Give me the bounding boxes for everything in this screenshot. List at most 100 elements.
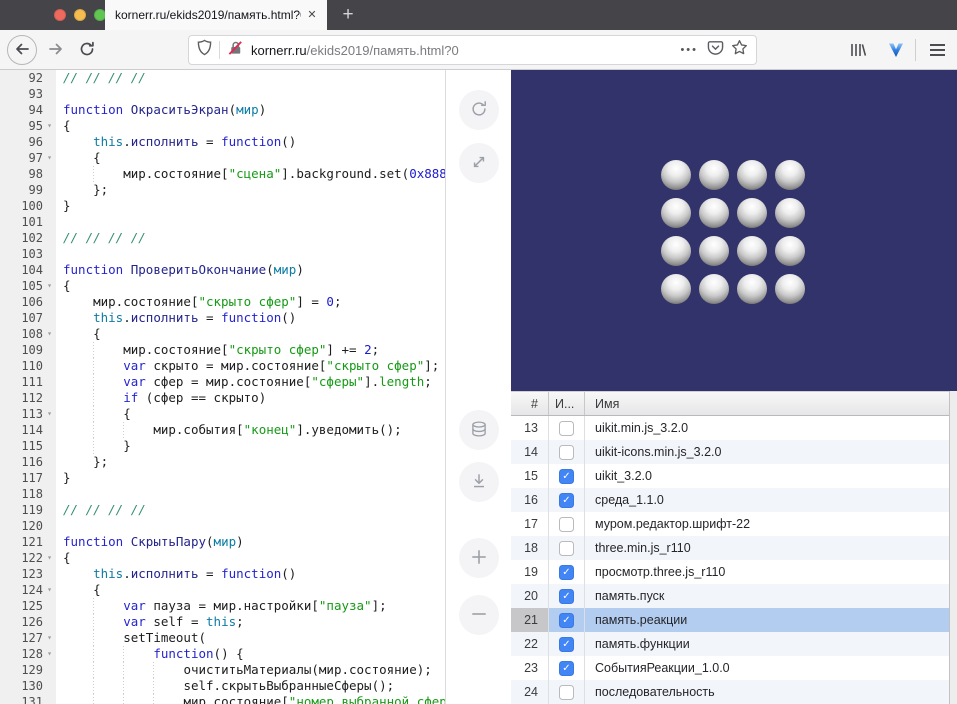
table-scrollbar[interactable]: [949, 391, 957, 704]
table-row[interactable]: 13uikit.min.js_3.2.0: [511, 416, 957, 440]
library-icon[interactable]: [847, 40, 869, 60]
indent-guide: [123, 694, 153, 704]
minimize-window-button[interactable]: [74, 9, 86, 21]
code-token: if: [123, 390, 138, 405]
tab-bar: kornerr.ru/ekids2019/память.html?0 ✕ +: [0, 0, 957, 30]
used-checkbox[interactable]: [559, 685, 574, 700]
table-row[interactable]: 15✓uikit_3.2.0: [511, 464, 957, 488]
code-line: очиститьМатериалы(мир.состояние);: [63, 662, 445, 678]
expand-button[interactable]: [459, 143, 499, 183]
fold-arrow-icon[interactable]: ▾: [43, 118, 56, 134]
pocket-icon[interactable]: [707, 39, 724, 61]
sphere[interactable]: [661, 274, 691, 304]
insecure-lock-icon[interactable]: [227, 40, 244, 61]
line-number: 128: [0, 646, 43, 662]
used-checkbox[interactable]: ✓: [559, 493, 574, 508]
fold-arrow-icon[interactable]: ▾: [43, 630, 56, 646]
table-row[interactable]: 23✓СобытияРеакции_1.0.0: [511, 656, 957, 680]
fold-arrow-icon[interactable]: ▾: [43, 646, 56, 662]
sphere[interactable]: [699, 236, 729, 266]
back-button[interactable]: [7, 35, 37, 65]
sphere[interactable]: [699, 160, 729, 190]
used-checkbox[interactable]: ✓: [559, 469, 574, 484]
sphere[interactable]: [661, 160, 691, 190]
table-row[interactable]: 14uikit-icons.min.js_3.2.0: [511, 440, 957, 464]
sphere[interactable]: [699, 274, 729, 304]
line-number: 122: [0, 550, 43, 566]
sphere[interactable]: [737, 274, 767, 304]
gutter-line: 107: [0, 310, 56, 326]
menu-icon[interactable]: [926, 40, 948, 60]
fold-arrow-icon[interactable]: ▾: [43, 582, 56, 598]
table-row[interactable]: 17муром.редактор.шрифт-22: [511, 512, 957, 536]
refresh-button[interactable]: [459, 90, 499, 130]
indent: [63, 150, 93, 166]
preview-canvas[interactable]: [511, 70, 957, 391]
used-checkbox[interactable]: ✓: [559, 565, 574, 580]
used-checkbox[interactable]: [559, 517, 574, 532]
fold-arrow-icon[interactable]: ▾: [43, 406, 56, 422]
code-editor[interactable]: 92939495▾9697▾9899100101102103104105▾106…: [0, 70, 446, 704]
line-number: 119: [0, 502, 43, 518]
indent: [63, 630, 93, 646]
table-row[interactable]: 22✓память.функции: [511, 632, 957, 656]
table-row[interactable]: 21✓память.реакции: [511, 608, 957, 632]
used-checkbox[interactable]: [559, 541, 574, 556]
sphere[interactable]: [775, 160, 805, 190]
sphere[interactable]: [737, 236, 767, 266]
line-number: 106: [0, 294, 43, 310]
fold-arrow-icon[interactable]: ▾: [43, 326, 56, 342]
forward-icon: [48, 41, 64, 60]
used-checkbox[interactable]: ✓: [559, 613, 574, 628]
file-name: муром.редактор.шрифт-22: [585, 512, 957, 536]
browser-tab[interactable]: kornerr.ru/ekids2019/память.html?0 ✕: [105, 0, 327, 30]
add-button[interactable]: [459, 538, 499, 578]
table-row[interactable]: 24последовательность: [511, 680, 957, 704]
sphere[interactable]: [737, 198, 767, 228]
new-tab-button[interactable]: +: [336, 3, 360, 27]
file-name: СобытияРеакции_1.0.0: [585, 656, 957, 680]
sphere[interactable]: [775, 236, 805, 266]
sphere[interactable]: [775, 274, 805, 304]
table-row[interactable]: 18three.min.js_r110: [511, 536, 957, 560]
code-line: [63, 214, 445, 230]
sphere[interactable]: [699, 198, 729, 228]
code-token: (: [229, 102, 237, 117]
used-checkbox[interactable]: [559, 421, 574, 436]
bookmark-star-icon[interactable]: [731, 39, 748, 61]
table-row[interactable]: 19✓просмотр.three.js_r110: [511, 560, 957, 584]
code-token: }: [123, 438, 131, 453]
fold-arrow-icon[interactable]: ▾: [43, 150, 56, 166]
code-line: setTimeout(: [63, 630, 445, 646]
tracking-shield-icon[interactable]: [197, 39, 212, 61]
indent-guide: [93, 406, 123, 422]
used-checkbox[interactable]: ✓: [559, 637, 574, 652]
sphere[interactable]: [661, 198, 691, 228]
fold-arrow-icon[interactable]: ▾: [43, 550, 56, 566]
fold-arrow-icon[interactable]: ▾: [43, 278, 56, 294]
tab-close-icon[interactable]: ✕: [304, 7, 320, 23]
code-line: [63, 486, 445, 502]
close-window-button[interactable]: [54, 9, 66, 21]
sphere[interactable]: [737, 160, 767, 190]
forward-button[interactable]: [41, 35, 71, 65]
table-row[interactable]: 20✓память.пуск: [511, 584, 957, 608]
table-row[interactable]: 16✓среда_1.1.0: [511, 488, 957, 512]
extension-gem-icon[interactable]: [885, 40, 907, 60]
sphere[interactable]: [775, 198, 805, 228]
indent: [63, 326, 93, 342]
used-checkbox[interactable]: ✓: [559, 589, 574, 604]
line-number: 103: [0, 246, 43, 262]
reload-button[interactable]: [72, 35, 102, 65]
code-token: {: [93, 326, 101, 341]
download-button[interactable]: [459, 462, 499, 502]
page-actions-ellipsis-icon[interactable]: •••: [678, 44, 700, 56]
url-bar[interactable]: kornerr.ru/ekids2019/память.html?0 •••: [188, 35, 757, 65]
file-name: uikit-icons.min.js_3.2.0: [585, 440, 957, 464]
code-token: this: [93, 566, 123, 581]
remove-button[interactable]: [459, 595, 499, 635]
database-button[interactable]: [459, 410, 499, 450]
used-checkbox[interactable]: [559, 445, 574, 460]
sphere[interactable]: [661, 236, 691, 266]
used-checkbox[interactable]: ✓: [559, 661, 574, 676]
